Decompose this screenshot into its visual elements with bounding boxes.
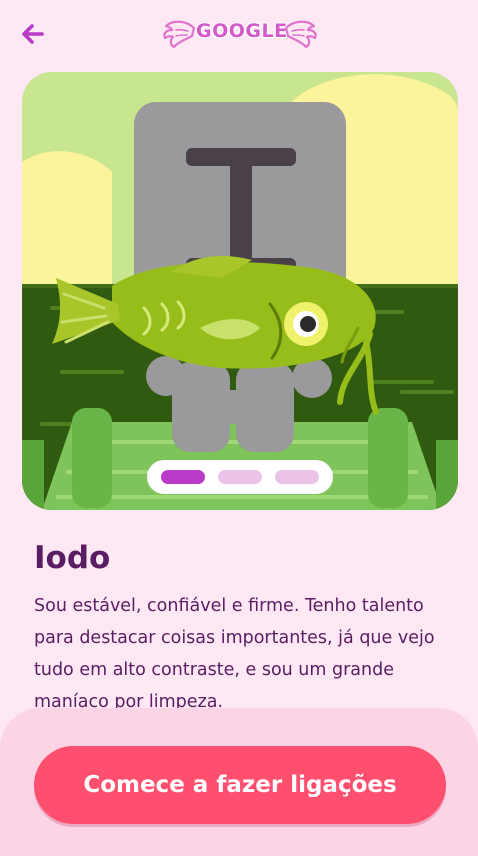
wing-left-icon bbox=[163, 20, 196, 49]
carousel-dot-2[interactable] bbox=[218, 470, 262, 484]
carousel-indicator bbox=[147, 460, 333, 494]
back-button[interactable] bbox=[18, 20, 50, 48]
fish-illustration bbox=[22, 72, 458, 510]
start-calls-button[interactable]: Comece a fazer ligações bbox=[34, 746, 446, 824]
google-logo: GOOGLE bbox=[162, 16, 318, 52]
carousel-dot-3[interactable] bbox=[275, 470, 319, 484]
logo-text: GOOGLE bbox=[196, 20, 288, 42]
top-bar: GOOGLE bbox=[0, 0, 478, 68]
carousel-dot-1[interactable] bbox=[161, 470, 205, 484]
character-card[interactable] bbox=[22, 72, 458, 510]
character-description: Sou estável, confiável e firme. Tenho ta… bbox=[34, 596, 435, 710]
arrow-left-icon bbox=[22, 24, 44, 44]
character-name: Iodo bbox=[34, 540, 111, 576]
wing-right-icon bbox=[284, 20, 317, 49]
